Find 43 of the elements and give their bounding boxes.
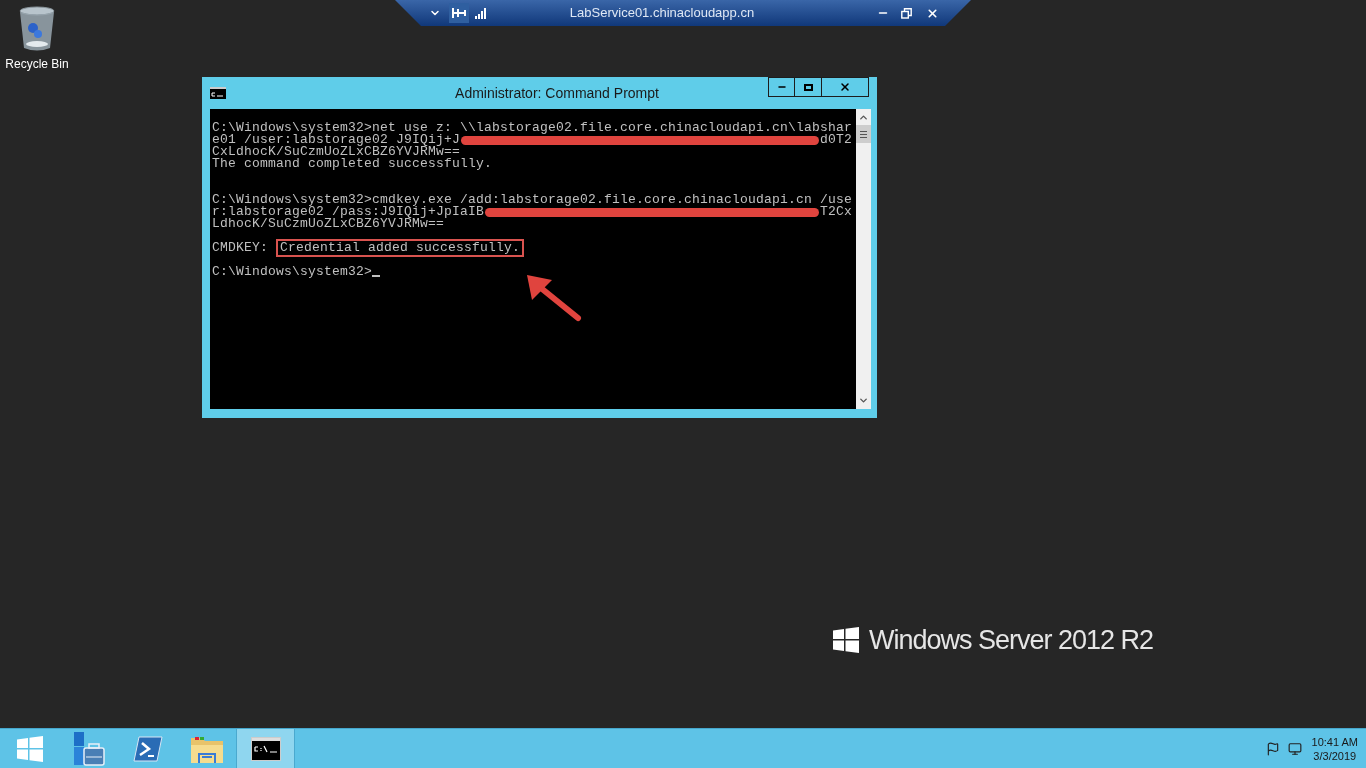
console-text: e01 /user:labstorage02 J9IQij+J: [212, 134, 461, 146]
console-text: CxLdhocK/SuCzmUoZLxCBZ6YVJRMw==: [212, 146, 461, 158]
console-text: r:labstorage02 /pass:J9IQij+JpIaIB: [212, 206, 485, 218]
scroll-down-icon[interactable]: [858, 395, 870, 406]
window-title: Administrator: Command Prompt: [454, 83, 660, 103]
desktop-icon-label[interactable]: Recycle Bin: [5, 55, 69, 73]
console-icon: [210, 87, 226, 99]
console-text: LdhocK/SuCzmUoZLxCBZ6YVJRMw==: [212, 218, 445, 230]
flag-icon[interactable]: [1265, 741, 1280, 756]
recycle-bin-icon[interactable]: [18, 6, 56, 52]
windows-logo-icon: [833, 627, 859, 654]
taskbar-button[interactable]: [236, 728, 295, 768]
console-text: C:\Windows\system32>net use z: \\labstorage02.file.core.chinacloudapi.cn\labshar: [212, 122, 853, 134]
pin-icon: [452, 8, 466, 18]
console-text: The command completed successfully.: [212, 158, 493, 170]
console-text: d0T2: [820, 134, 853, 146]
close-icon: [839, 81, 851, 93]
server-toolbox-icon: [71, 731, 106, 766]
pointer-arrow: [524, 272, 582, 322]
console-text: C:\Windows\system32>: [212, 266, 373, 278]
network-icon[interactable]: [1287, 741, 1302, 756]
close-button[interactable]: [822, 77, 869, 97]
pin-button[interactable]: [449, 3, 469, 23]
text-cursor: [372, 275, 381, 277]
restore-icon[interactable]: [901, 7, 912, 19]
scroll-thumb[interactable]: [856, 125, 872, 143]
clock-time[interactable]: 10:41 AM: [1311, 734, 1358, 749]
scroll-up-icon[interactable]: [858, 112, 870, 123]
console-text: T2Cx: [820, 206, 853, 218]
command-prompt-icon: [250, 736, 281, 761]
clock-date[interactable]: 3/3/2019: [1313, 748, 1357, 763]
signal-bars-icon[interactable]: [475, 7, 487, 19]
scrollbar[interactable]: [856, 109, 872, 409]
minimize-button[interactable]: [768, 77, 795, 97]
windows-logo-icon: [16, 735, 43, 762]
console-text: C:\Windows\system32>cmdkey.exe /add:labstorage02.file.core.chinacloudapi.cn /use: [212, 194, 853, 206]
windows-server-branding: Windows Server 2012 R2: [869, 624, 1154, 657]
maximize-button[interactable]: [795, 77, 822, 97]
highlighted-console-text: Credential added successfully.: [276, 239, 525, 257]
powershell-icon: [132, 735, 163, 762]
close-icon[interactable]: [926, 6, 939, 20]
console-text: CMDKEY:: [212, 242, 269, 254]
remote-host-title: LabService01.chinacloudapp.cn: [568, 4, 756, 23]
